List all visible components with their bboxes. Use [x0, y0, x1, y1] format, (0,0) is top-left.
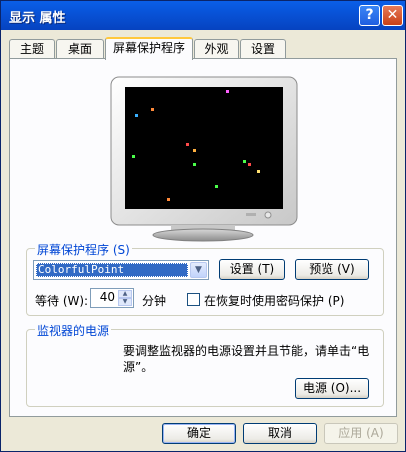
spinner-up-icon[interactable]: ▲	[118, 290, 132, 298]
preview-point	[257, 170, 260, 173]
tab-screensaver[interactable]: 屏幕保护程序	[105, 37, 193, 60]
preview-point	[226, 90, 229, 93]
preview-point	[151, 108, 154, 111]
screensaver-group: 屏幕保护程序 (S) ColorfulPoint ▼ 设置 (T) 预览 (V)…	[26, 241, 384, 316]
close-button[interactable]: ✕	[382, 5, 403, 26]
preview-point	[193, 163, 196, 166]
tab-appearance[interactable]: 外观	[194, 39, 239, 59]
preview-point	[215, 185, 218, 188]
display-properties-dialog: 显示 属性 ? ✕ 主题 桌面 屏幕保护程序 外观 设置 屏幕保护程序 (S) …	[0, 0, 406, 452]
wait-label: 等待 (W):	[35, 294, 89, 308]
monitor-preview	[110, 76, 298, 242]
question-icon: ?	[365, 7, 374, 23]
preview-point	[243, 160, 246, 163]
settings-button[interactable]: 设置 (T)	[219, 259, 285, 280]
preview-point	[186, 143, 189, 146]
cancel-button[interactable]: 取消	[243, 423, 317, 444]
power-description-line1: 要调整监视器的电源设置并且节能，请单击“电	[123, 344, 370, 358]
preview-point	[132, 155, 135, 158]
screensaver-tab-panel: 屏幕保护程序 (S) ColorfulPoint ▼ 设置 (T) 预览 (V)…	[9, 58, 397, 417]
apply-button[interactable]: 应用 (A)	[324, 423, 398, 444]
wait-minutes-spinner[interactable]: 40 ▲ ▼	[90, 288, 134, 308]
title-bar[interactable]: 显示 属性 ? ✕	[1, 1, 405, 30]
preview-point	[167, 198, 170, 201]
wait-unit-label: 分钟	[142, 294, 167, 308]
tab-settings[interactable]: 设置	[240, 39, 286, 59]
close-icon: ✕	[386, 7, 399, 23]
monitor-power-group: 监视器的电源 要调整监视器的电源设置并且节能，请单击“电 源”。 电源 (O).…	[26, 322, 384, 407]
chevron-down-icon[interactable]: ▼	[190, 262, 207, 278]
tab-desktop[interactable]: 桌面	[56, 39, 104, 59]
screensaver-select[interactable]: ColorfulPoint ▼	[33, 260, 209, 280]
power-group-label: 监视器的电源	[35, 322, 112, 339]
wait-minutes-value[interactable]: 40	[100, 290, 115, 304]
tab-theme[interactable]: 主题	[9, 39, 55, 59]
power-description-line2: 源”。	[123, 360, 154, 374]
preview-point	[248, 163, 251, 166]
ok-button[interactable]: 确定	[162, 423, 236, 444]
preview-button[interactable]: 预览 (V)	[295, 259, 369, 280]
screensaver-selected-value: ColorfulPoint	[36, 263, 188, 277]
spinner-down-icon[interactable]: ▼	[118, 298, 132, 306]
password-checkbox-label[interactable]: 在恢复时使用密码保护 (P)	[204, 292, 344, 309]
power-button[interactable]: 电源 (O)...	[295, 378, 369, 399]
preview-point	[193, 149, 196, 152]
password-checkbox[interactable]	[187, 293, 200, 306]
preview-point	[135, 114, 138, 117]
screensaver-group-label: 屏幕保护程序 (S)	[35, 241, 132, 258]
help-button[interactable]: ?	[359, 5, 380, 26]
window-title: 显示 属性	[9, 11, 66, 26]
